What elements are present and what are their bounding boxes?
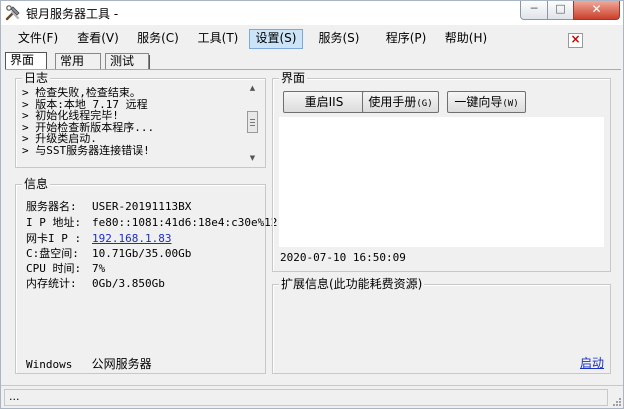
log-line: > 升级类启动. [22, 132, 97, 145]
tab-pane-border [5, 69, 621, 70]
tab-divider [149, 55, 150, 69]
status-text: ... [4, 389, 608, 406]
menu-settings[interactable]: 设置(S) [249, 29, 303, 49]
scroll-up-icon[interactable]: ▲ [246, 83, 259, 93]
info-label: CPU 时间: [26, 262, 82, 275]
log-group: 日志 > 检查失败,检查结束。 > 版本:本地 7.17 远程 > 初始化线程完… [15, 71, 266, 168]
close-icon: × [570, 32, 581, 46]
info-row-nic-ip: 网卡I P : 192.168.1.83 [26, 230, 171, 246]
log-line: > 与SST服务器连接错误! [22, 143, 150, 157]
log-line: > 初始化线程完毕! [22, 109, 119, 122]
info-value: 7% [92, 262, 106, 275]
scroll-thumb[interactable] [247, 111, 258, 133]
nic-ip-link[interactable]: 192.168.1.83 [92, 232, 171, 245]
menu-server[interactable]: 服务(S) [309, 29, 369, 49]
maximize-icon: □ [555, 2, 566, 15]
window-title: 银月服务器工具 - [26, 7, 119, 21]
tab-common[interactable]: 常用 [55, 53, 101, 70]
info-value: USER-20191113BX [92, 200, 192, 213]
menu-tools[interactable]: 工具(T) [191, 29, 245, 49]
mdi-close-button[interactable]: × [568, 32, 583, 48]
log-scrollbar[interactable]: ▲ ▼ [246, 83, 259, 163]
menu-view[interactable]: 查看(V) [71, 29, 125, 49]
start-link[interactable]: 启动 [580, 354, 604, 371]
info-row-cpu: CPU 时间: 7% [26, 260, 105, 276]
info-label: 内存统计: [26, 277, 77, 290]
extended-info-group: 扩展信息(此功能耗费资源) 启动 [272, 277, 611, 374]
server-type-label: 公网服务器 [91, 357, 152, 371]
interface-group: 界面 重启IIS 使用手册(G) 一键向导(W) 2020-07-10 16:5… [272, 71, 611, 272]
info-value: 0Gb/3.850Gb [92, 277, 165, 290]
info-row-disk: C:盘空间: 10.71Gb/35.00Gb [26, 245, 191, 261]
tools-icon [5, 5, 20, 21]
log-list[interactable]: > 检查失败,检查结束。 > 版本:本地 7.17 远程 > 初始化线程完毕! … [22, 87, 244, 163]
restart-iis-button[interactable]: 重启IIS [283, 91, 365, 113]
log-line: > 检查失败,检查结束。 [22, 87, 141, 99]
minimize-icon: ─ [530, 2, 538, 15]
extended-info-title: 扩展信息(此功能耗费资源) [279, 277, 425, 291]
close-icon: ✕ [591, 2, 602, 16]
log-title: 日志 [22, 71, 51, 85]
info-label: 服务器名: [26, 200, 77, 213]
minimize-button[interactable]: ─ [520, 1, 548, 20]
interface-content-area [279, 117, 604, 247]
menu-program[interactable]: 程序(P) [379, 29, 433, 49]
info-title: 信息 [22, 177, 51, 191]
info-value: 10.71Gb/35.00Gb [92, 247, 192, 260]
menu-service[interactable]: 服务(C) [131, 29, 185, 49]
user-manual-button[interactable]: 使用手册(G) [362, 91, 439, 113]
info-label: 网卡I P : [26, 232, 82, 245]
scroll-down-icon[interactable]: ▼ [246, 153, 259, 163]
resize-grip-icon[interactable] [611, 396, 621, 406]
maximize-button[interactable]: □ [547, 1, 574, 20]
setup-wizard-button[interactable]: 一键向导(W) [447, 91, 526, 113]
menu-help[interactable]: 帮助(H) [439, 29, 493, 49]
os-label: Windows [26, 358, 73, 371]
close-button[interactable]: ✕ [573, 1, 620, 20]
interface-title: 界面 [279, 71, 308, 85]
info-row-memory: 内存统计: 0Gb/3.850Gb [26, 275, 165, 291]
info-group: 信息 服务器名: USER-20191113BX I P 地址: fe80::108… [15, 177, 277, 374]
title-bar[interactable]: 银月服务器工具 - ─ □ ✕ [1, 1, 623, 25]
menu-file[interactable]: 文件(F) [13, 29, 63, 49]
tab-interface[interactable]: 界面 [5, 52, 47, 70]
status-bar: ... [1, 385, 623, 408]
info-row-ip: I P 地址: fe80::1081:41d6:18e4:c30e%12 [26, 214, 277, 230]
info-row-server-name: 服务器名: USER-20191113BX [26, 198, 191, 214]
info-label: I P 地址: [26, 216, 82, 229]
info-label: C:盘空间: [26, 247, 79, 260]
datetime-label: 2020-07-10 16:50:09 [280, 251, 406, 264]
server-footer: Windows 公网服务器 [26, 355, 152, 372]
app-window: 银月服务器工具 - ─ □ ✕ 文件(F) 查看(V) 服务(C) 工具(T) … [0, 0, 624, 409]
menu-bar: 文件(F) 查看(V) 服务(C) 工具(T) 设置(S) 服务(S) 程序(P… [1, 27, 623, 49]
info-value: fe80::1081:41d6:18e4:c30e%12 [92, 216, 278, 229]
tab-test[interactable]: 测试 [105, 53, 149, 70]
